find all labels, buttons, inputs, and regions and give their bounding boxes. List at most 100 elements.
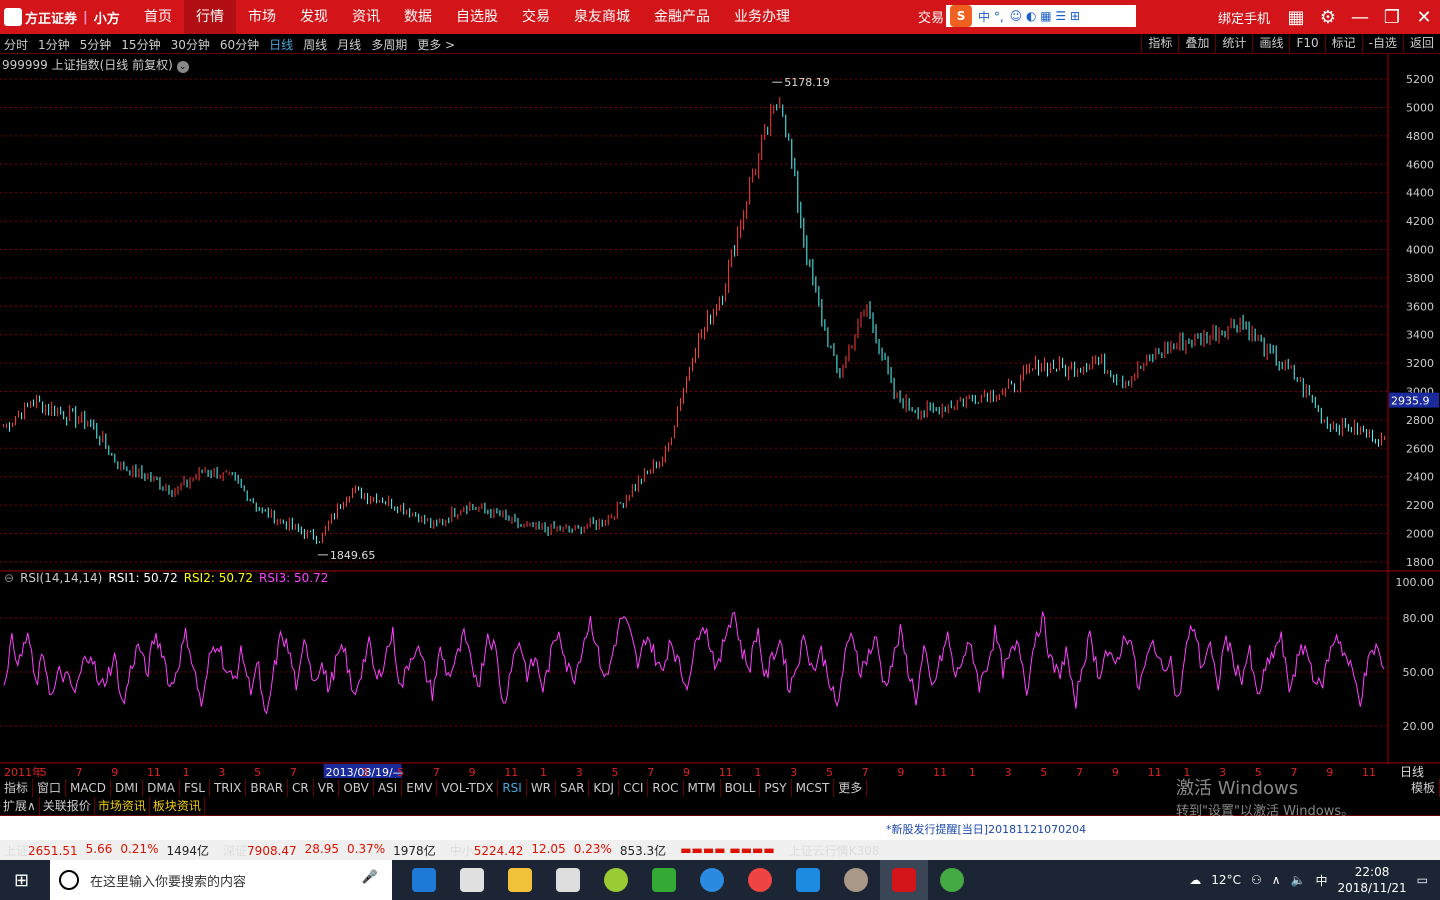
tool-button-1[interactable]: 叠加 bbox=[1178, 34, 1215, 53]
minimize-icon[interactable]: — bbox=[1344, 7, 1376, 28]
indicator-tab-21[interactable]: BOLL bbox=[721, 779, 761, 797]
founder-app-icon[interactable] bbox=[880, 860, 928, 900]
nav-item-9[interactable]: 金融产品 bbox=[642, 0, 722, 34]
indicator-tab-8[interactable]: CR bbox=[288, 779, 314, 797]
restore-icon[interactable]: ❐ bbox=[1376, 7, 1408, 28]
dropdown-icon[interactable]: ⌄ bbox=[176, 61, 189, 73]
period-tab-1[interactable]: 1分钟 bbox=[38, 36, 70, 53]
indicator-tab-5[interactable]: FSL bbox=[180, 779, 210, 797]
indicator-tab-6[interactable]: TRIX bbox=[210, 779, 247, 797]
indicator-tab-23[interactable]: MCST bbox=[792, 779, 835, 797]
app-globe-icon[interactable] bbox=[928, 860, 976, 900]
nav-item-5[interactable]: 数据 bbox=[392, 0, 444, 34]
period-tab-6[interactable]: 日线 bbox=[269, 36, 293, 53]
indicator-tab-22[interactable]: PSY bbox=[760, 779, 792, 797]
store-icon[interactable] bbox=[448, 860, 496, 900]
indicator-tab-16[interactable]: SAR bbox=[556, 779, 590, 797]
app-money-icon[interactable] bbox=[640, 860, 688, 900]
mail-icon[interactable] bbox=[544, 860, 592, 900]
tool-button-6[interactable]: -自选 bbox=[1361, 34, 1403, 53]
edge-icon[interactable] bbox=[400, 860, 448, 900]
tool-button-3[interactable]: 画线 bbox=[1252, 34, 1289, 53]
ie-icon[interactable] bbox=[688, 860, 736, 900]
volume-icon[interactable]: 🔈 bbox=[1291, 873, 1306, 887]
weather-icon[interactable]: ☁ bbox=[1189, 873, 1201, 887]
period-tab-9[interactable]: 多周期 bbox=[371, 36, 407, 53]
grid-icon[interactable]: ▦ bbox=[1280, 7, 1312, 28]
zx-index[interactable]: 中小5224.42 12.05 0.23% 853.3亿 bbox=[446, 842, 676, 859]
tool-button-5[interactable]: 标记 bbox=[1324, 34, 1362, 53]
period-tab-3[interactable]: 15分钟 bbox=[121, 36, 160, 53]
period-tab-7[interactable]: 周线 bbox=[303, 36, 327, 53]
period-tab-0[interactable]: 分时 bbox=[4, 36, 28, 53]
indicator-tab-9[interactable]: VR bbox=[314, 779, 340, 797]
indicator-tab-11[interactable]: ASI bbox=[374, 779, 403, 797]
nav-item-3[interactable]: 发现 bbox=[288, 0, 340, 34]
windows-start-icon[interactable]: ⊞ bbox=[14, 870, 29, 891]
indicator-tab-24[interactable]: 更多 bbox=[834, 779, 868, 797]
sogou-ime-bar[interactable]: S 中 °, ☺ ◐ ▦ ☰ ⊞ bbox=[946, 5, 1137, 27]
indicator-tab-15[interactable]: WR bbox=[527, 779, 557, 797]
nav-item-7[interactable]: 交易 bbox=[510, 0, 562, 34]
chevron-up-icon[interactable]: ∧ bbox=[1272, 873, 1281, 887]
nav-item-1[interactable]: 行情 bbox=[184, 0, 236, 34]
indicator-tab-1[interactable]: 窗口 bbox=[33, 779, 67, 797]
expand-tab-0[interactable]: 扩展∧ bbox=[0, 797, 40, 815]
ime-tools-icon[interactable]: ☺ ◐ ▦ ☰ ⊞ bbox=[1010, 9, 1080, 23]
explorer-icon[interactable] bbox=[496, 860, 544, 900]
sogou-icon[interactable]: S bbox=[950, 5, 973, 27]
people-icon[interactable]: ⚇ bbox=[1251, 873, 1262, 887]
period-tab-4[interactable]: 30分钟 bbox=[171, 36, 210, 53]
gear-icon[interactable]: ⚙ bbox=[1312, 7, 1344, 28]
close-icon[interactable]: ✕ bbox=[1408, 7, 1440, 28]
nav-item-8[interactable]: 泉友商城 bbox=[562, 0, 642, 34]
indicator-tab-7[interactable]: BRAR bbox=[246, 779, 289, 797]
sh-index[interactable]: 上证2651.51 5.66 0.21% 1494亿 bbox=[0, 842, 219, 859]
indicator-tab-20[interactable]: MTM bbox=[684, 779, 721, 797]
period-tab-8[interactable]: 月线 bbox=[337, 36, 361, 53]
wps-icon[interactable] bbox=[784, 860, 832, 900]
cloud-quote[interactable]: 上证云行情K308 bbox=[785, 842, 890, 859]
indicator-tab-12[interactable]: EMV bbox=[402, 779, 438, 797]
period-tab-2[interactable]: 5分钟 bbox=[80, 36, 112, 53]
nav-item-2[interactable]: 市场 bbox=[236, 0, 288, 34]
collapse-icon[interactable]: ⊖ bbox=[4, 571, 14, 585]
bind-phone-link[interactable]: 绑定手机 bbox=[1218, 8, 1270, 27]
kline-chart[interactable]: 1800200022002400260028003000320034003600… bbox=[0, 54, 1440, 764]
app-green-icon[interactable] bbox=[592, 860, 640, 900]
nav-item-10[interactable]: 业务办理 bbox=[722, 0, 802, 34]
app-logo[interactable]: 方正证券 | 小方 bbox=[4, 6, 120, 28]
app-moon-icon[interactable] bbox=[832, 860, 880, 900]
nav-item-0[interactable]: 首页 bbox=[132, 0, 184, 34]
indicator-tab-18[interactable]: CCI bbox=[619, 779, 649, 797]
indicator-tab-19[interactable]: ROC bbox=[648, 779, 684, 797]
indicator-tab-17[interactable]: KDJ bbox=[589, 779, 620, 797]
notification-icon[interactable]: ▭ bbox=[1417, 873, 1428, 887]
period-tab-5[interactable]: 60分钟 bbox=[220, 36, 259, 53]
indicator-tab-3[interactable]: DMI bbox=[111, 779, 144, 797]
expand-tab-3[interactable]: 板块资讯 bbox=[150, 797, 205, 815]
tool-button-2[interactable]: 统计 bbox=[1215, 34, 1252, 53]
trade-label[interactable]: 交易 bbox=[918, 7, 944, 26]
indicator-tab-10[interactable]: OBV bbox=[339, 779, 374, 797]
expand-tab-1[interactable]: 关联报价 bbox=[40, 797, 95, 815]
indicator-tab-14[interactable]: RSI bbox=[498, 779, 527, 797]
indicator-tab-2[interactable]: MACD bbox=[66, 779, 112, 797]
mic-icon[interactable]: 🎤 bbox=[362, 870, 378, 885]
sz-index[interactable]: 深证7908.47 28.95 0.37% 1978亿 bbox=[219, 842, 446, 859]
expand-tab-2[interactable]: 市场资讯 bbox=[95, 797, 150, 815]
template-button[interactable]: 模板 bbox=[1407, 779, 1440, 797]
clock[interactable]: 22:08 2018/11/21 bbox=[1337, 864, 1406, 896]
nav-item-4[interactable]: 资讯 bbox=[340, 0, 392, 34]
chrome-icon[interactable] bbox=[736, 860, 784, 900]
taskbar-search[interactable]: 在这里输入你要搜索的内容 🎤 bbox=[50, 860, 392, 900]
tool-button-7[interactable]: 返回 bbox=[1402, 34, 1440, 53]
indicator-tab-13[interactable]: VOL-TDX bbox=[437, 779, 499, 797]
ime-indicator[interactable]: 中 bbox=[1315, 872, 1327, 889]
tool-button-4[interactable]: F10 bbox=[1289, 34, 1324, 53]
tool-button-0[interactable]: 指标 bbox=[1141, 34, 1178, 53]
ipo-notice[interactable]: *新股发行提醒[当日]20181121070204 bbox=[886, 821, 1086, 837]
period-tab-10[interactable]: 更多 > bbox=[417, 36, 455, 53]
nav-item-6[interactable]: 自选股 bbox=[444, 0, 510, 34]
indicator-tab-4[interactable]: DMA bbox=[143, 779, 180, 797]
